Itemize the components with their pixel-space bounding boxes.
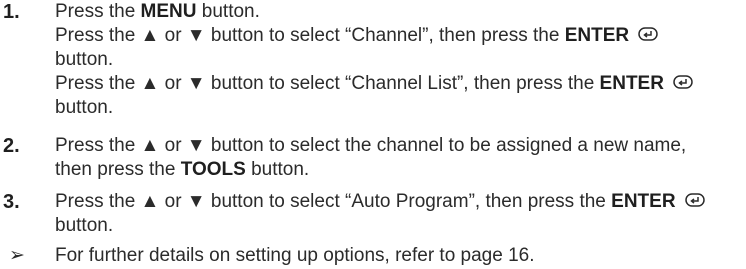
step-body: Press the MENU button. Press the ▲ or ▼ … <box>55 0 740 120</box>
line-text: button. <box>245 159 310 180</box>
line-bold-text: TOOLS <box>180 159 246 180</box>
line-text: button. <box>55 49 114 70</box>
line-text: then press the <box>55 159 181 180</box>
step-line: then press the TOOLS button. <box>55 158 740 182</box>
line-text: button. <box>196 1 260 22</box>
step-line: Press the ▲ or ▼ button to select “Chann… <box>55 72 740 96</box>
step-number: 2. <box>3 135 20 157</box>
step-line: Press the ▲ or ▼ button to select the ch… <box>55 134 740 158</box>
enter-icon <box>638 27 659 41</box>
line-text: Press the ▲ or ▼ button to select “Chann… <box>55 25 565 46</box>
line-bold-text: MENU <box>140 1 197 22</box>
note-arrow-icon: ➢ <box>9 245 25 266</box>
step-line: button. <box>55 214 740 238</box>
step-number: 1. <box>3 1 20 23</box>
step-number: 3. <box>3 191 20 213</box>
note-text: For further details on setting up option… <box>55 245 535 266</box>
line-text: Press the ▲ or ▼ button to select “Chann… <box>55 73 600 94</box>
step-line: Press the MENU button. <box>55 0 740 24</box>
enter-icon <box>673 75 693 89</box>
step-line: button. <box>55 48 740 72</box>
instruction-page: 1. Press the MENU button. Press the ▲ or… <box>0 0 746 269</box>
line-text: Press the <box>55 1 141 22</box>
line-text: Press the ▲ or ▼ button to select “Auto … <box>55 191 612 212</box>
step-body: Press the ▲ or ▼ button to select the ch… <box>55 134 740 182</box>
step-line: button. <box>55 96 740 120</box>
line-bold-text: ENTER <box>599 73 664 94</box>
line-bold-text: ENTER <box>564 25 630 46</box>
line-text: Press the ▲ or ▼ button to select the ch… <box>55 135 687 156</box>
step-body: Press the ▲ or ▼ button to select “Auto … <box>55 190 740 238</box>
line-bold-text: ENTER <box>611 191 676 212</box>
line-text: button. <box>55 215 114 236</box>
step-line: Press the ▲ or ▼ button to select “Chann… <box>55 24 740 48</box>
enter-icon <box>685 193 705 207</box>
line-text: button. <box>55 97 114 118</box>
step-line: Press the ▲ or ▼ button to select “Auto … <box>55 190 740 214</box>
